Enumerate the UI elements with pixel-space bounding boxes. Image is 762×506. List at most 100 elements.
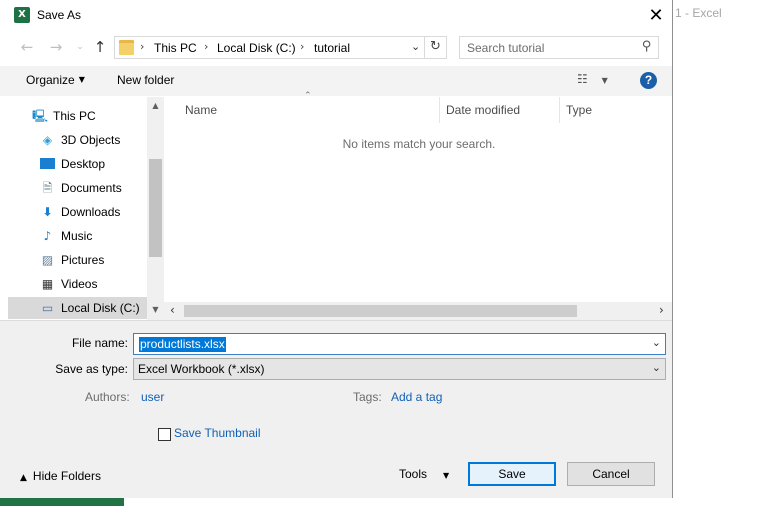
search-placeholder: Search tutorial [467, 41, 545, 55]
breadcrumb-separator-icon: › [140, 40, 145, 53]
nav-item-label: This PC [53, 109, 96, 123]
scrollbar-thumb[interactable] [149, 159, 162, 257]
nav-item-3d-objects[interactable]: ◈ 3D Objects [8, 129, 148, 151]
tools-label: Tools [399, 467, 428, 481]
hide-folders-label: Hide Folders [32, 469, 101, 483]
caret-down-icon: ▼ [78, 75, 85, 84]
save-as-type-select[interactable]: Excel Workbook (*.xlsx) ⌄ [133, 358, 666, 380]
download-arrow-icon: ⬇ [42, 205, 53, 219]
file-name-field[interactable]: productlists.xlsx ⌄ [133, 333, 666, 355]
nav-item-label: Local Disk (C:) [61, 301, 140, 315]
nav-item-this-pc[interactable]: 🖳 This PC [8, 105, 148, 127]
caret-up-icon: ▲ [20, 473, 27, 483]
save-as-type-value: Excel Workbook (*.xlsx) [138, 362, 265, 376]
dialog-title: Save As [37, 8, 82, 22]
address-bar[interactable]: › This PC › Local Disk (C:) › tutorial ⌄ [114, 36, 447, 59]
title-bar: X Save As ✕ [0, 0, 672, 31]
command-toolbar: Organize ▼ New folder ☷ ▼ ? [0, 66, 672, 96]
file-name-value[interactable]: productlists.xlsx [139, 337, 226, 352]
column-header-date-modified[interactable]: Date modified [446, 103, 520, 129]
tags-label: Tags: [353, 390, 382, 404]
nav-item-videos[interactable]: ▦ Videos [8, 273, 148, 295]
sort-caret-icon: ⌃ [304, 91, 312, 101]
up-arrow-icon: ↑ [93, 38, 107, 56]
breadcrumb-tutorial[interactable]: tutorial [314, 41, 350, 55]
breadcrumb-separator-icon: › [300, 40, 305, 53]
authors-label: Authors: [85, 390, 130, 404]
column-divider[interactable] [559, 97, 560, 123]
desktop-icon [40, 157, 55, 171]
nav-item-documents[interactable]: 🗎 Documents [8, 177, 148, 199]
hide-folders-button[interactable]: ▲ Hide Folders [20, 469, 101, 483]
scrollbar-thumb[interactable] [184, 305, 577, 317]
save-thumbnail-checkbox[interactable] [158, 428, 171, 441]
save-as-type-label: Save as type: [55, 362, 128, 376]
chevron-down-icon[interactable]: ⌄ [411, 40, 420, 53]
breadcrumb-this-pc[interactable]: This PC [154, 41, 197, 55]
nav-item-desktop[interactable]: Desktop [8, 153, 148, 175]
change-view-button[interactable]: ☷ ▼ [577, 72, 615, 90]
scroll-down-icon[interactable]: ▼ [147, 305, 164, 314]
search-icon: ⚲ [642, 39, 652, 54]
forward-arrow-icon: → [49, 38, 63, 56]
cancel-button[interactable]: Cancel [567, 462, 655, 486]
excel-window-title: 1 - Excel [675, 6, 722, 20]
chevron-down-icon: ⌄ [76, 42, 84, 52]
refresh-button[interactable]: ↻ [424, 36, 446, 59]
folder-icon [119, 40, 134, 55]
music-note-icon: ♪ [43, 229, 52, 243]
organize-button[interactable]: Organize ▼ [26, 73, 85, 87]
column-header-name[interactable]: Name [185, 103, 217, 129]
view-details-icon: ☷ [577, 72, 588, 86]
new-folder-button[interactable]: New folder [117, 73, 174, 87]
back-arrow-icon: ← [20, 38, 34, 56]
refresh-icon: ↻ [430, 39, 441, 54]
save-thumbnail-label[interactable]: Save Thumbnail [174, 426, 261, 440]
tags-field[interactable]: Add a tag [391, 390, 442, 404]
nav-item-label: Documents [61, 181, 122, 195]
back-button[interactable]: ← [18, 37, 36, 57]
forward-button[interactable]: → [47, 37, 65, 57]
nav-item-downloads[interactable]: ⬇ Downloads [8, 201, 148, 223]
tools-button[interactable]: Tools ▼ [399, 467, 449, 481]
nav-item-label: Music [61, 229, 93, 243]
caret-down-icon: ▼ [601, 76, 608, 85]
picture-icon: ▨ [41, 253, 54, 267]
drive-icon: ▭ [41, 301, 54, 315]
scroll-up-icon[interactable]: ▲ [147, 101, 164, 110]
excel-icon: X [14, 7, 30, 23]
scroll-right-icon[interactable]: › [659, 303, 664, 317]
up-button[interactable]: ↑ [91, 37, 109, 57]
chevron-down-icon[interactable]: ⌄ [652, 336, 661, 349]
close-button[interactable]: ✕ [644, 4, 668, 26]
document-icon: 🗎 [42, 181, 53, 195]
recent-locations-button[interactable]: ⌄ [71, 37, 89, 57]
breadcrumb-separator-icon: › [204, 40, 209, 53]
breadcrumb-local-disk[interactable]: Local Disk (C:) [217, 41, 296, 55]
scroll-left-icon[interactable]: ‹ [170, 303, 175, 317]
film-icon: ▦ [41, 277, 54, 291]
file-list-horizontal-scrollbar[interactable]: ‹ › [164, 302, 672, 320]
nav-item-local-disk[interactable]: ▭ Local Disk (C:) [8, 297, 148, 319]
search-input[interactable]: Search tutorial ⚲ [459, 36, 659, 59]
help-button[interactable]: ? [640, 72, 657, 89]
save-button[interactable]: Save [468, 462, 556, 486]
nav-item-pictures[interactable]: ▨ Pictures [8, 249, 148, 271]
nav-pane-scrollbar[interactable]: ▲ ▼ [147, 97, 164, 321]
nav-item-label: Desktop [61, 157, 106, 171]
save-as-dialog: X Save As ✕ ← → ⌄ ↑ › This PC › Local Di… [0, 0, 673, 498]
file-name-label: File name: [71, 336, 128, 350]
column-divider[interactable] [439, 97, 440, 123]
nav-item-label: 3D Objects [61, 133, 121, 147]
empty-list-message: No items match your search. [342, 137, 496, 151]
nav-item-label: Pictures [61, 253, 105, 267]
chevron-down-icon: ⌄ [651, 361, 661, 374]
nav-item-label: Videos [61, 277, 98, 291]
nav-item-music[interactable]: ♪ Music [8, 225, 148, 247]
nav-item-label: Downloads [61, 205, 121, 219]
column-header-type[interactable]: Type [566, 103, 592, 129]
organize-label: Organize [26, 73, 75, 87]
caret-down-icon: ▼ [443, 471, 450, 480]
authors-field[interactable]: user [141, 390, 164, 404]
close-icon: ✕ [648, 5, 664, 25]
